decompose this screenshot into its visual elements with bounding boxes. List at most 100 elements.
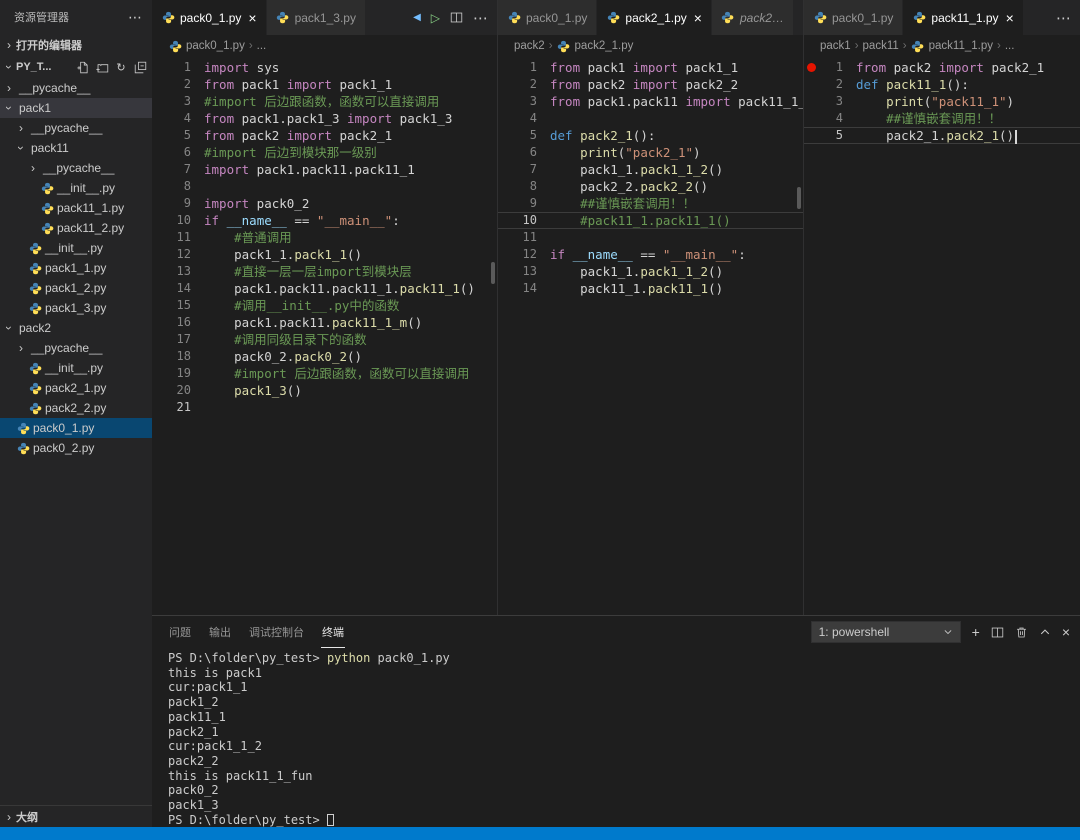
tree-file-pack2_1.py[interactable]: pack2_1.py <box>0 378 152 398</box>
code-line[interactable]: 1from pack2 import pack2_1 <box>804 59 1080 76</box>
tab-pack2…[interactable]: pack2… <box>712 0 794 35</box>
breadcrumb-item[interactable]: pack0_1.py <box>186 40 245 52</box>
breadcrumb-item[interactable]: pack11_1.py <box>929 40 993 52</box>
tab-pack0_1.py[interactable]: pack0_1.py <box>498 0 597 35</box>
tree-file-pack11_1.py[interactable]: pack11_1.py <box>0 198 152 218</box>
workspace-section[interactable]: › PY_T... ↻ <box>0 56 152 78</box>
code-editor[interactable]: 1from pack1 import pack1_12from pack2 im… <box>498 57 803 615</box>
more-actions-icon[interactable]: ⋯ <box>473 9 488 27</box>
code-line[interactable]: 3 print("pack11_1") <box>804 93 1080 110</box>
code-line[interactable]: 12 pack1_1.pack1_1() <box>152 246 497 263</box>
tree-folder-pack11[interactable]: ›pack11 <box>0 138 152 158</box>
code-line[interactable]: 13 #直接一层一层import到模块层 <box>152 263 497 280</box>
tab-pack0_1.py[interactable]: pack0_1.py× <box>152 0 267 35</box>
code-line[interactable]: 1from pack1 import pack1_1 <box>498 59 803 76</box>
breadcrumb-item[interactable]: pack2 <box>514 40 545 52</box>
tree-folder-pack1[interactable]: ›pack1 <box>0 98 152 118</box>
code-line[interactable]: 2def pack11_1(): <box>804 76 1080 93</box>
tab-pack2_1.py[interactable]: pack2_1.py× <box>597 0 712 35</box>
outline-section[interactable]: › 大纲 <box>0 805 152 827</box>
code-line[interactable]: 6#import 后边到模块那一级别 <box>152 144 497 161</box>
code-line[interactable]: 14 pack11_1.pack11_1() <box>498 280 803 297</box>
new-terminal-icon[interactable]: + <box>972 624 980 640</box>
tree-file-__init__.py[interactable]: __init__.py <box>0 178 152 198</box>
code-line[interactable]: 3#import 后边跟函数，函数可以直接调用 <box>152 93 497 110</box>
code-line[interactable]: 19 #import 后边跟函数，函数可以直接调用 <box>152 365 497 382</box>
tree-folder-__pycache__[interactable]: ›__pycache__ <box>0 78 152 98</box>
tree-folder-__pycache__[interactable]: ›__pycache__ <box>0 118 152 138</box>
tree-file-pack1_2.py[interactable]: pack1_2.py <box>0 278 152 298</box>
tree-file-__init__.py[interactable]: __init__.py <box>0 358 152 378</box>
breadcrumb-item[interactable]: pack11 <box>863 40 899 52</box>
tab-pack11_1.py[interactable]: pack11_1.py× <box>903 0 1023 35</box>
close-panel-icon[interactable]: × <box>1062 624 1070 640</box>
nav-back-icon[interactable]: ◀ <box>413 12 421 23</box>
code-line[interactable]: 7 pack1_1.pack1_1_2() <box>498 161 803 178</box>
code-line[interactable]: 1import sys <box>152 59 497 76</box>
terminal-shell-select[interactable]: 1: powershell <box>811 621 961 643</box>
tab-pack1_3.py[interactable]: pack1_3.py <box>267 0 366 35</box>
split-editor-icon[interactable] <box>450 11 463 24</box>
code-line[interactable]: 11 <box>498 229 803 246</box>
breadcrumb-item[interactable]: pack1 <box>820 40 851 52</box>
editor-scrollbar[interactable] <box>491 262 495 284</box>
tree-file-pack1_1.py[interactable]: pack1_1.py <box>0 258 152 278</box>
editor-scrollbar[interactable] <box>797 187 801 209</box>
breadcrumb-item[interactable]: ... <box>1005 40 1015 52</box>
code-line[interactable]: 13 pack1_1.pack1_1_2() <box>498 263 803 280</box>
terminal-output[interactable]: PS D:\folder\py_test> python pack0_1.pyt… <box>152 648 1080 827</box>
panel-tab-终端[interactable]: 终端 <box>321 616 345 648</box>
code-line[interactable]: 20 pack1_3() <box>152 382 497 399</box>
code-line[interactable]: 14 pack1.pack11.pack11_1.pack11_1() <box>152 280 497 297</box>
code-line[interactable]: 21 <box>152 399 497 416</box>
refresh-explorer-icon[interactable]: ↻ <box>113 59 129 75</box>
code-line[interactable]: 16 pack1.pack11.pack11_1_m() <box>152 314 497 331</box>
tree-folder-__pycache__[interactable]: ›__pycache__ <box>0 338 152 358</box>
code-line[interactable]: 4 <box>498 110 803 127</box>
code-line[interactable]: 5def pack2_1(): <box>498 127 803 144</box>
close-tab-icon[interactable]: × <box>694 11 702 25</box>
code-line[interactable]: 6 print("pack2_1") <box>498 144 803 161</box>
tree-folder-__pycache__[interactable]: ›__pycache__ <box>0 158 152 178</box>
tree-file-__init__.py[interactable]: __init__.py <box>0 238 152 258</box>
split-terminal-icon[interactable] <box>991 626 1004 639</box>
code-line[interactable]: 8 <box>152 178 497 195</box>
code-line[interactable]: 18 pack0_2.pack0_2() <box>152 348 497 365</box>
code-line[interactable]: 4from pack1.pack1_3 import pack1_3 <box>152 110 497 127</box>
new-file-icon[interactable] <box>75 59 91 75</box>
code-line[interactable]: 10if __name__ == "__main__": <box>152 212 497 229</box>
tab-pack0_1.py[interactable]: pack0_1.py <box>804 0 903 35</box>
panel-tab-调试控制台[interactable]: 调试控制台 <box>248 616 305 648</box>
panel-tab-输出[interactable]: 输出 <box>208 616 232 648</box>
code-line[interactable]: 7import pack1.pack11.pack11_1 <box>152 161 497 178</box>
tree-file-pack11_2.py[interactable]: pack11_2.py <box>0 218 152 238</box>
open-editors-section[interactable]: › 打开的编辑器 <box>0 34 152 56</box>
breadcrumb-item[interactable]: pack2_1.py <box>575 40 634 52</box>
code-line[interactable]: 4 ##谨慎嵌套调用！！ <box>804 110 1080 127</box>
breakpoint-gutter[interactable] <box>804 63 819 72</box>
more-actions-icon[interactable]: ⋯ <box>1056 9 1071 27</box>
more-actions-icon[interactable]: ⋯ <box>128 9 142 26</box>
kill-terminal-icon[interactable] <box>1015 626 1028 639</box>
tree-file-pack0_2.py[interactable]: pack0_2.py <box>0 438 152 458</box>
breadcrumb-item[interactable]: ... <box>257 40 267 52</box>
code-line[interactable]: 15 #调用__init__.py中的函数 <box>152 297 497 314</box>
code-editor[interactable]: 1from pack2 import pack2_12def pack11_1(… <box>804 57 1080 615</box>
maximize-panel-icon[interactable] <box>1039 626 1051 638</box>
code-editor[interactable]: 1import sys2from pack1 import pack1_13#i… <box>152 57 497 615</box>
tree-folder-pack2[interactable]: ›pack2 <box>0 318 152 338</box>
code-line[interactable]: 9import pack0_2 <box>152 195 497 212</box>
code-line[interactable]: 3from pack1.pack11 import pack11_1_1 <box>498 93 803 110</box>
tree-file-pack2_2.py[interactable]: pack2_2.py <box>0 398 152 418</box>
code-line[interactable]: 12if __name__ == "__main__": <box>498 246 803 263</box>
close-tab-icon[interactable]: × <box>1006 11 1014 25</box>
collapse-folders-icon[interactable] <box>132 59 148 75</box>
run-python-icon[interactable]: ▷ <box>431 11 440 25</box>
tree-file-pack1_3.py[interactable]: pack1_3.py <box>0 298 152 318</box>
code-line[interactable]: 17 #调用同级目录下的函数 <box>152 331 497 348</box>
tree-file-pack0_1.py[interactable]: pack0_1.py <box>0 418 152 438</box>
code-line[interactable]: 11 #普通调用 <box>152 229 497 246</box>
panel-tab-问题[interactable]: 问题 <box>168 616 192 648</box>
close-tab-icon[interactable]: × <box>248 11 256 25</box>
code-line[interactable]: 2from pack2 import pack2_2 <box>498 76 803 93</box>
